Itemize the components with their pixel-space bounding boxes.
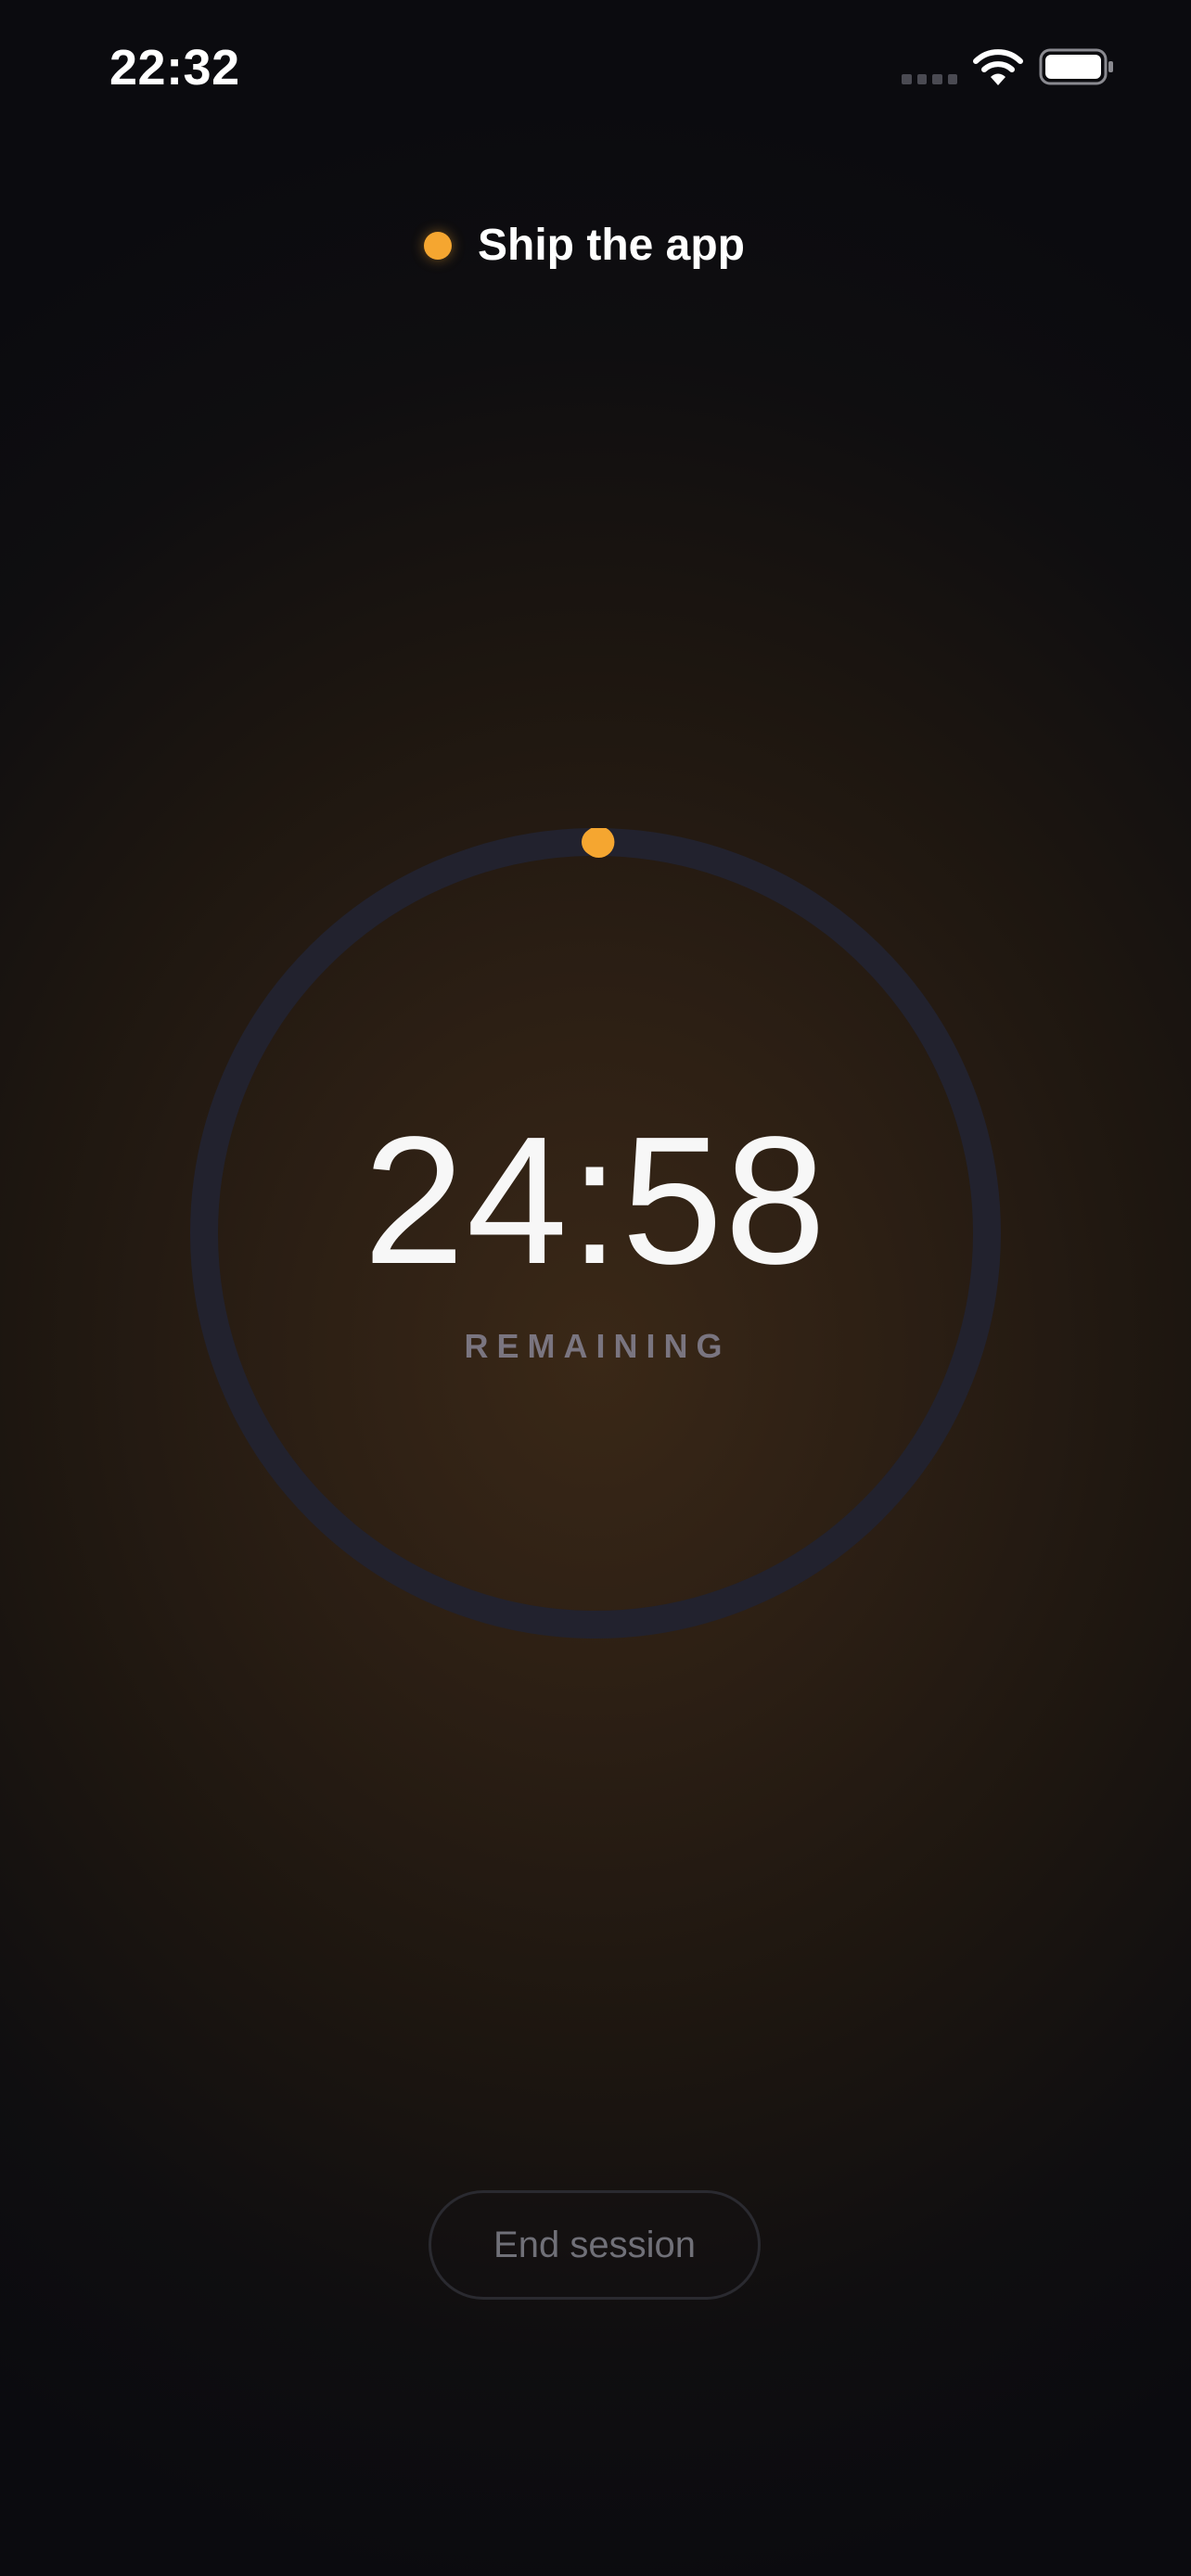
timer-caption: REMAINING <box>464 1327 731 1365</box>
signal-icon <box>902 74 957 85</box>
end-session-label: End session <box>493 2224 696 2265</box>
task-color-dot <box>424 232 452 260</box>
battery-icon <box>1039 48 1113 85</box>
countdown-timer: 24:58 <box>363 1099 828 1302</box>
wifi-icon <box>973 49 1023 85</box>
status-time: 22:32 <box>109 40 240 96</box>
end-session-button[interactable]: End session <box>429 2190 761 2300</box>
task-header: Ship the app <box>0 213 1191 278</box>
task-label: Ship the app <box>478 221 745 270</box>
